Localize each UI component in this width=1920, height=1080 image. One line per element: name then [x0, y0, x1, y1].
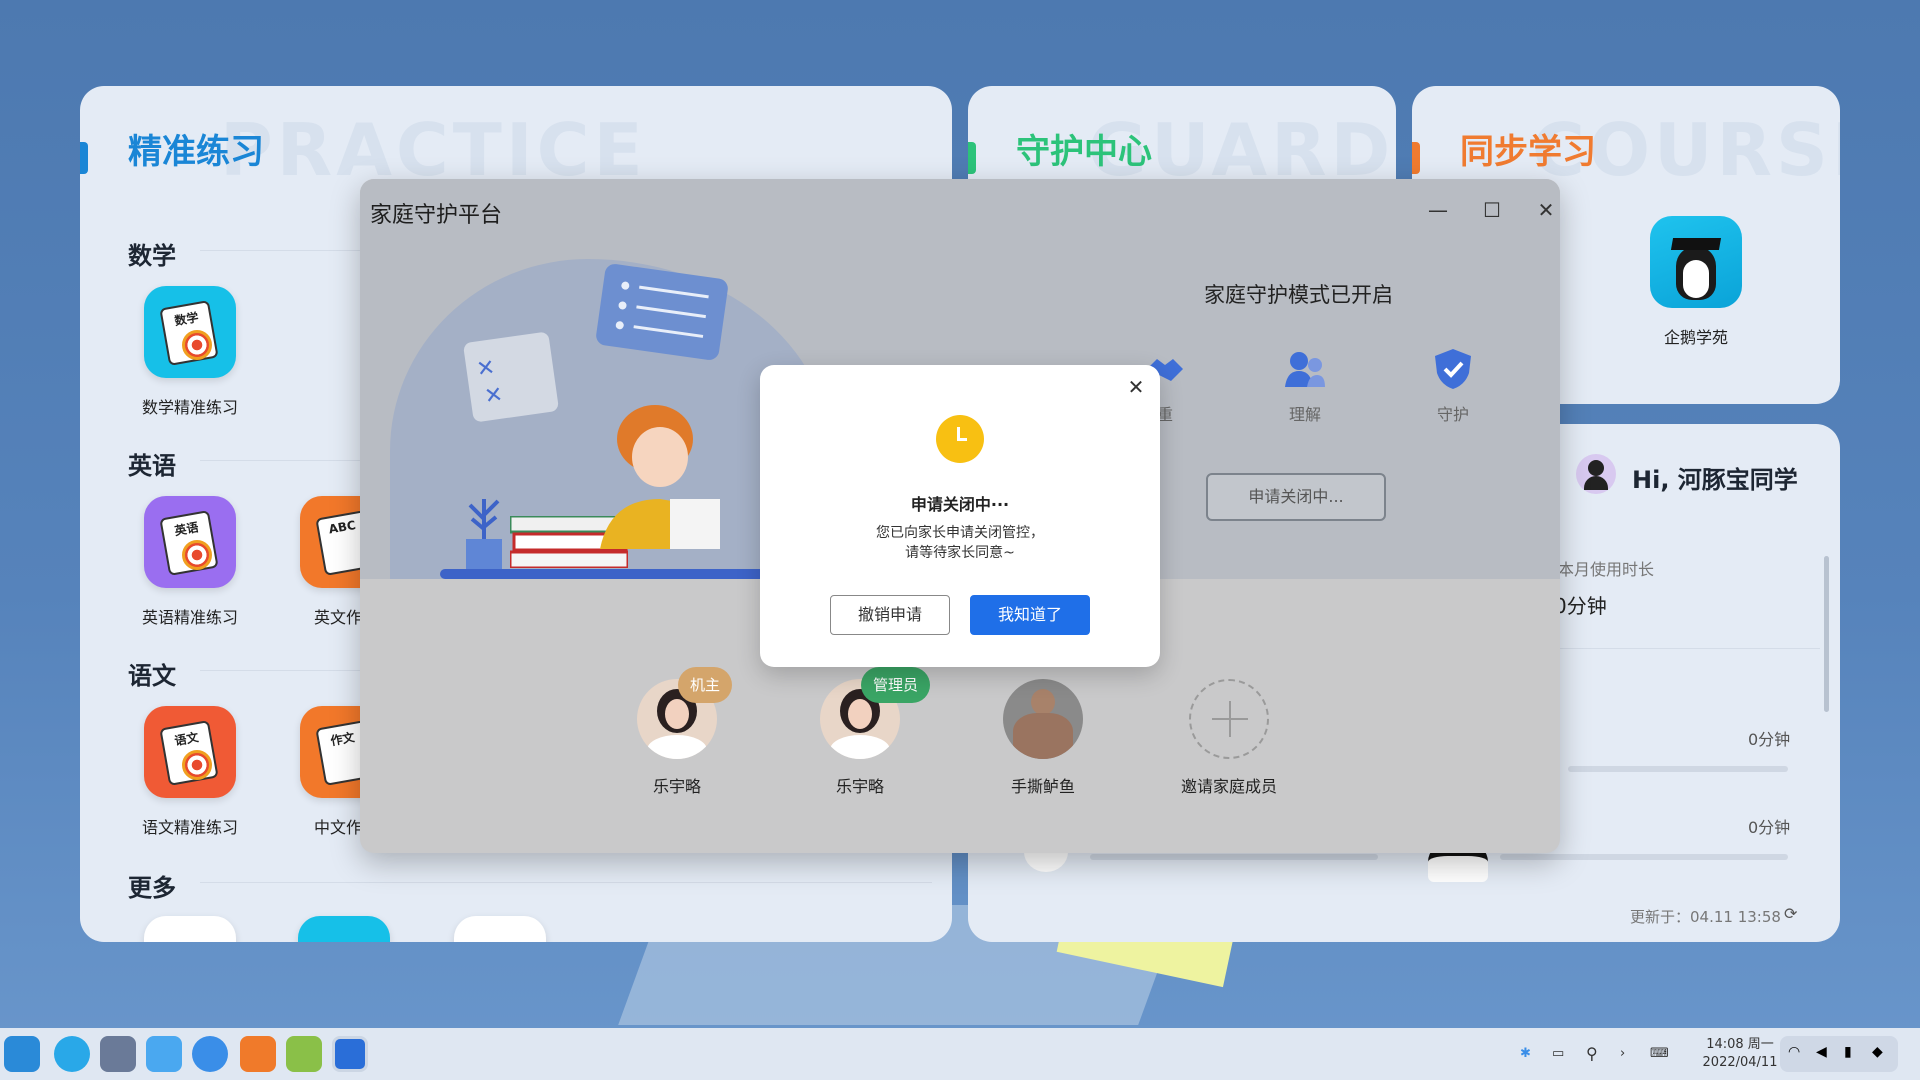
app-math-practice[interactable]: 数学 数学精准练习 — [120, 286, 260, 418]
app-label: 数学精准练习 — [141, 398, 238, 417]
section-chinese: 语文 — [128, 662, 176, 690]
family-guard-taskbar-icon[interactable] — [332, 1036, 368, 1072]
app-english-practice[interactable]: 英语 英语精准练习 — [120, 496, 260, 628]
apply-close-button[interactable]: 申请关闭中... — [1206, 473, 1386, 521]
practice-title: 精准练习 — [128, 132, 264, 172]
more-app-icon-2[interactable] — [298, 916, 390, 942]
illustration-list-card — [594, 262, 730, 362]
illustration-girl — [600, 405, 720, 549]
app-label: 企鹅学苑 — [1663, 328, 1728, 347]
chevron-right-icon[interactable]: › — [1620, 1028, 1625, 1080]
notification-icon[interactable]: ◆ — [1872, 1044, 1883, 1060]
launcher-icon[interactable] — [4, 1036, 40, 1072]
member-owner[interactable]: 机主 乐宇略 — [622, 667, 733, 797]
row2-progress-right — [1500, 854, 1788, 860]
guard-title: 守护中心 — [1016, 132, 1152, 172]
shield-icon — [1435, 349, 1471, 389]
writing-app-icon[interactable] — [240, 1036, 276, 1072]
more-app-icon-1[interactable] — [144, 916, 236, 942]
dialog-title: 申请关闭中··· — [910, 495, 1010, 514]
section-divider — [200, 882, 932, 883]
section-math: 数学 — [128, 242, 176, 270]
usage-label: 本月使用时长 — [1558, 560, 1655, 579]
mode-item-label: 守护 — [1436, 405, 1469, 424]
member-name: 乐宇略 — [652, 777, 701, 796]
app-penguin-academy[interactable]: 企鹅学苑 — [1626, 216, 1766, 348]
robot-app-icon[interactable] — [286, 1036, 322, 1072]
illustration-check-card: ✕ ✕ — [462, 331, 560, 423]
acknowledge-button[interactable]: 我知道了 — [970, 595, 1090, 635]
revoke-request-button[interactable]: 撤销申请 — [830, 595, 950, 635]
battery-icon[interactable]: ▮ — [1844, 1044, 1852, 1060]
section-more: 更多 — [128, 874, 176, 902]
guard-accent-bar — [968, 142, 976, 174]
invite-member-button[interactable]: 邀请家庭成员 — [1174, 679, 1284, 797]
member-name: 手撕鲈鱼 — [1010, 777, 1075, 796]
maximize-icon[interactable]: ☐ — [1472, 193, 1512, 227]
member-three[interactable]: 手撕鲈鱼 — [988, 679, 1098, 797]
clock-date: 2022/04/11 — [1702, 1055, 1778, 1070]
user-avatar — [1576, 454, 1616, 494]
english-practice-icon: 英语 — [144, 496, 236, 588]
system-tray: ◠ ◀ ▮ ◆ — [1780, 1036, 1898, 1072]
mode-item-understand: 理解 — [1260, 347, 1350, 425]
keyboard-tray-icon[interactable]: ▭ — [1552, 1028, 1564, 1080]
app-label: 英语精准练习 — [141, 608, 238, 627]
dialog-message: 您已向家长申请关闭管控， 请等待家长同意~ — [760, 523, 1160, 563]
file-manager-icon[interactable] — [146, 1036, 182, 1072]
app-store-icon[interactable] — [54, 1036, 90, 1072]
greeting: Hi, 河豚宝同学 — [1632, 466, 1798, 494]
role-badge-owner: 机主 — [678, 667, 733, 703]
scrollbar[interactable] — [1824, 556, 1829, 712]
apply-close-dialog: ✕ 申请关闭中··· 您已向家长申请关闭管控， 请等待家长同意~ 撤销申请 我知… — [760, 365, 1160, 667]
row1-value: 0分钟 — [1748, 730, 1791, 749]
updated-time: 更新于：04.11 13:58 — [1630, 908, 1781, 926]
row1-progress-right — [1568, 766, 1788, 772]
mode-item-label: 理解 — [1288, 405, 1321, 424]
taskbar: ✱ ▭ ⚲ › ⌨ 14:08 周一 2022/04/11 ◠ ◀ ▮ ◆ — [0, 1028, 1920, 1080]
sync-accent-bar — [1412, 142, 1420, 174]
app-label: 语文精准练习 — [141, 818, 238, 837]
volume-icon[interactable]: ◀ — [1816, 1044, 1827, 1060]
member-name: 邀请家庭成员 — [1180, 777, 1277, 796]
more-app-icon-3[interactable] — [454, 916, 546, 942]
mode-status-title: 家庭守护模式已开启 — [1204, 283, 1393, 307]
stats-divider — [1558, 648, 1820, 649]
multitask-icon[interactable] — [100, 1036, 136, 1072]
add-member-icon — [1189, 679, 1269, 759]
minimize-icon[interactable]: — — [1418, 193, 1458, 227]
member-admin[interactable]: 管理员 乐宇略 — [805, 667, 931, 797]
role-badge-admin: 管理员 — [861, 667, 931, 703]
clock-icon — [936, 415, 984, 463]
illustration-plant — [466, 499, 502, 571]
wifi-icon[interactable]: ◠ — [1788, 1044, 1800, 1060]
avatar — [1003, 679, 1083, 759]
clock-display[interactable]: 14:08 周一 2022/04/11 — [1690, 1028, 1790, 1080]
input-method-icon[interactable]: ⌨ — [1650, 1028, 1669, 1080]
section-english: 英语 — [128, 452, 176, 480]
practice-accent-bar — [80, 142, 88, 174]
browser-icon[interactable] — [192, 1036, 228, 1072]
member-name: 乐宇略 — [835, 777, 884, 796]
bluetooth-icon[interactable]: ✱ — [1520, 1028, 1531, 1080]
chinese-practice-icon: 语文 — [144, 706, 236, 798]
row2-progress-left — [1090, 854, 1378, 860]
window-title: 家庭守护平台 — [370, 203, 503, 228]
people-icon — [1285, 352, 1325, 387]
app-chinese-practice[interactable]: 语文 语文精准练习 — [120, 706, 260, 838]
mode-item-guard: 守护 — [1408, 347, 1498, 425]
clock-time: 14:08 周一 — [1706, 1037, 1774, 1052]
row2-value: 0分钟 — [1748, 818, 1791, 837]
close-icon[interactable]: ✕ — [1526, 193, 1560, 227]
penguin-academy-icon — [1650, 216, 1742, 308]
dialog-close-icon[interactable]: ✕ — [1124, 375, 1148, 399]
sync-title: 同步学习 — [1460, 132, 1596, 172]
math-practice-icon: 数学 — [144, 286, 236, 378]
dialog-message-line1: 您已向家长申请关闭管控， — [876, 525, 1044, 541]
illustration-desk — [440, 569, 770, 579]
refresh-icon[interactable]: ⟳ — [1784, 904, 1797, 923]
usage-value: 0分钟 — [1554, 594, 1607, 618]
search-icon[interactable]: ⚲ — [1586, 1028, 1598, 1080]
dialog-message-line2: 请等待家长同意~ — [905, 545, 1015, 561]
